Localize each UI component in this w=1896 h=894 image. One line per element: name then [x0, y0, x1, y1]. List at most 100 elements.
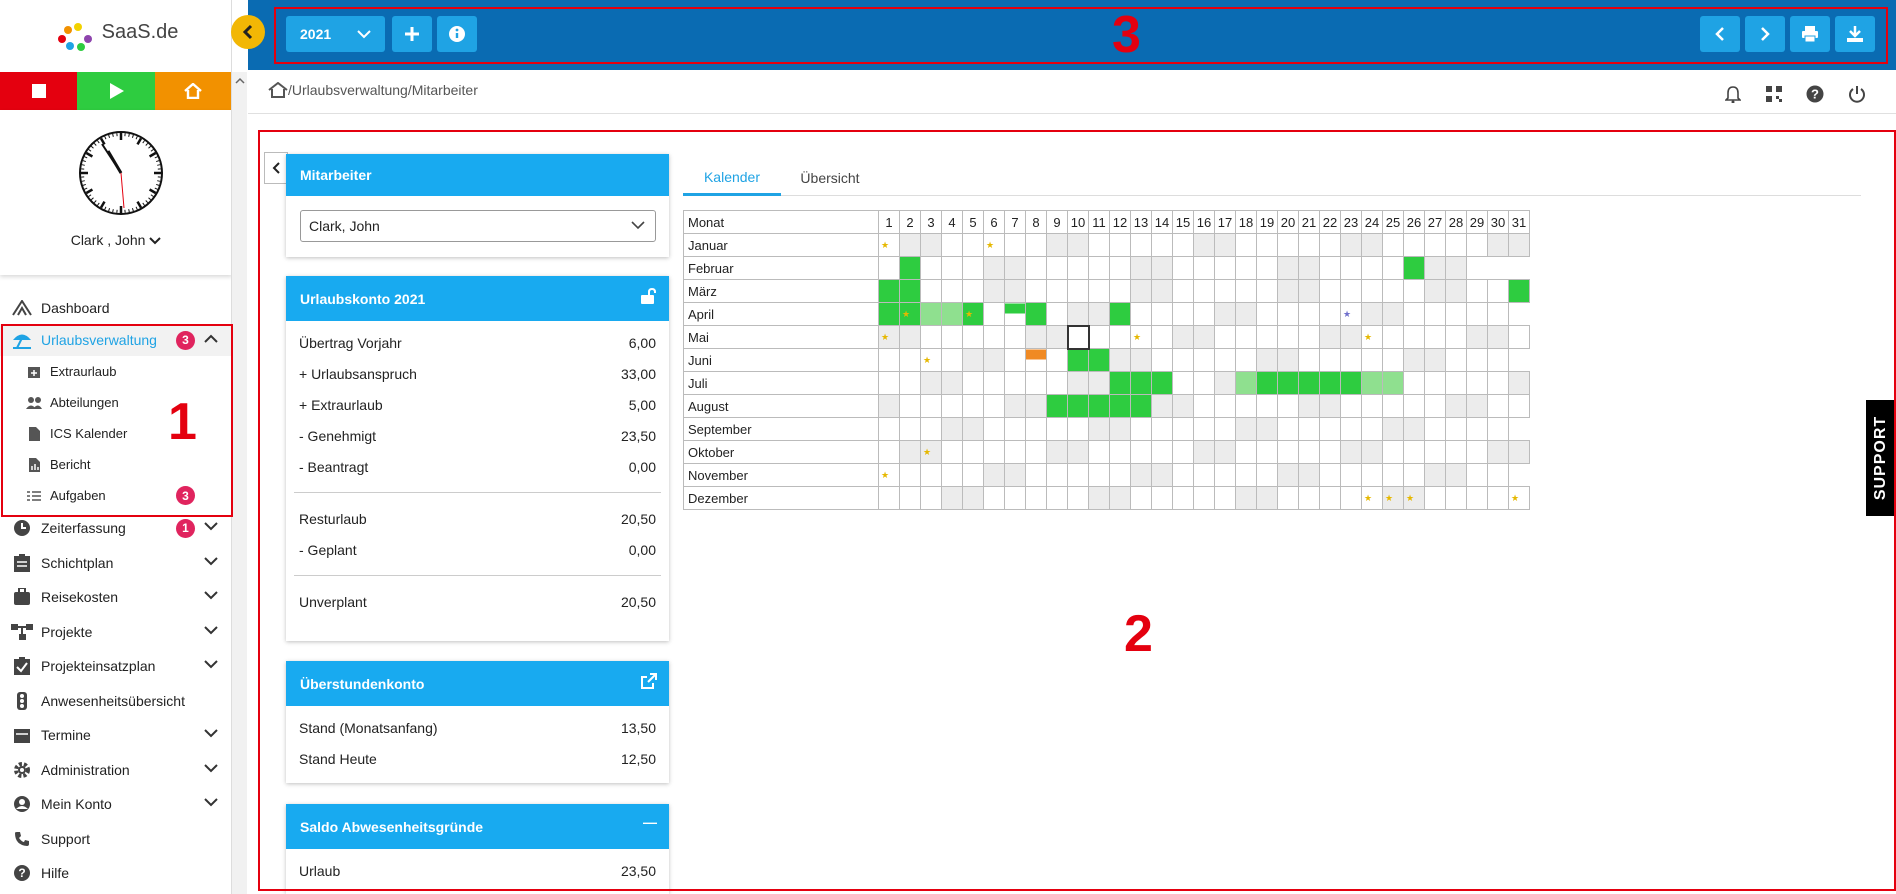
calendar-day-cell[interactable] — [941, 233, 963, 257]
calendar-day-cell[interactable] — [1193, 256, 1215, 280]
calendar-day-cell[interactable] — [1088, 302, 1110, 326]
calendar-day-cell[interactable] — [1214, 463, 1236, 487]
calendar-day-cell[interactable] — [1214, 279, 1236, 303]
calendar-day-cell[interactable] — [1298, 486, 1320, 510]
calendar-day-cell[interactable] — [899, 463, 921, 487]
nav-projekte[interactable]: Projekte — [0, 615, 231, 650]
calendar-day-cell[interactable] — [962, 394, 984, 418]
calendar-day-cell[interactable] — [1298, 325, 1320, 349]
calendar-day-cell[interactable] — [1130, 417, 1152, 441]
home-office-button[interactable] — [154, 72, 231, 110]
calendar-day-cell[interactable] — [1361, 463, 1383, 487]
calendar-day-cell[interactable] — [1088, 279, 1110, 303]
logo[interactable]: SaaS.de — [0, 0, 231, 72]
calendar-day-cell[interactable] — [1466, 463, 1488, 487]
calendar-day-cell[interactable] — [1130, 256, 1152, 280]
calendar-day-cell[interactable] — [1319, 279, 1341, 303]
start-button[interactable] — [77, 72, 155, 110]
calendar-day-cell[interactable] — [962, 233, 984, 257]
calendar-day-cell[interactable] — [1424, 417, 1446, 441]
calendar-day-cell[interactable] — [1382, 348, 1404, 372]
calendar-day-cell[interactable] — [962, 279, 984, 303]
calendar-day-cell[interactable] — [1361, 302, 1383, 326]
calendar-day-cell[interactable] — [983, 371, 1005, 395]
calendar-day-cell[interactable] — [1172, 325, 1194, 349]
calendar-day-cell[interactable] — [1382, 463, 1404, 487]
calendar-day-cell[interactable] — [1172, 440, 1194, 464]
calendar-day-cell[interactable]: ★ — [878, 233, 900, 257]
calendar-day-cell[interactable] — [1067, 486, 1089, 510]
nav-anwesenheit[interactable]: Anwesenheitsübersicht — [0, 684, 231, 719]
calendar-day-cell[interactable] — [941, 302, 963, 326]
calendar-day-cell[interactable] — [1298, 233, 1320, 257]
calendar-day-cell[interactable] — [1340, 233, 1362, 257]
calendar-day-cell[interactable] — [1403, 302, 1425, 326]
calendar-day-cell[interactable] — [1193, 302, 1215, 326]
calendar-day-cell[interactable] — [1382, 325, 1404, 349]
calendar-day-cell[interactable] — [1235, 348, 1257, 372]
calendar-day-cell[interactable] — [1319, 486, 1341, 510]
calendar-day-cell[interactable] — [1046, 348, 1068, 372]
calendar-day-cell[interactable] — [1424, 302, 1446, 326]
calendar-day-cell[interactable] — [1193, 279, 1215, 303]
calendar-day-cell[interactable] — [1424, 440, 1446, 464]
calendar-day-cell[interactable] — [1151, 233, 1173, 257]
calendar-day-cell[interactable] — [1508, 394, 1530, 418]
calendar-day-cell[interactable] — [1319, 256, 1341, 280]
support-tab[interactable]: SUPPORT — [1866, 400, 1896, 516]
calendar-day-cell[interactable] — [899, 440, 921, 464]
calendar-day-cell[interactable] — [1445, 371, 1467, 395]
calendar-day-cell[interactable] — [1025, 440, 1047, 464]
calendar-day-cell[interactable]: ★ — [878, 463, 900, 487]
panel-collapse-button[interactable] — [264, 152, 288, 184]
calendar-day-cell[interactable] — [1193, 233, 1215, 257]
calendar-day-cell[interactable] — [941, 417, 963, 441]
calendar-day-cell[interactable] — [1298, 440, 1320, 464]
calendar-day-cell[interactable] — [1004, 417, 1026, 441]
calendar-day-cell[interactable] — [1424, 371, 1446, 395]
calendar-day-cell[interactable] — [1298, 348, 1320, 372]
calendar-day-cell[interactable] — [1214, 233, 1236, 257]
calendar-day-cell[interactable]: ★ — [1361, 325, 1383, 349]
calendar-day-cell[interactable]: ★ — [1382, 486, 1404, 510]
calendar-day-cell[interactable] — [1277, 325, 1299, 349]
calendar-day-cell[interactable] — [983, 417, 1005, 441]
calendar-day-cell[interactable] — [1235, 233, 1257, 257]
calendar-day-cell[interactable] — [1067, 348, 1089, 372]
logout-button[interactable] — [1847, 84, 1867, 104]
calendar-day-cell[interactable] — [941, 279, 963, 303]
calendar-day-cell[interactable] — [1067, 256, 1089, 280]
calendar-day-cell[interactable] — [899, 256, 921, 280]
employee-select[interactable]: Clark, John — [300, 210, 656, 242]
calendar-day-cell[interactable] — [1382, 256, 1404, 280]
calendar-day-cell[interactable] — [1466, 325, 1488, 349]
calendar-day-cell[interactable] — [962, 440, 984, 464]
calendar-day-cell[interactable] — [1256, 440, 1278, 464]
calendar-day-cell[interactable] — [1004, 279, 1026, 303]
calendar-day-cell[interactable] — [1466, 279, 1488, 303]
calendar-day-cell[interactable] — [1088, 463, 1110, 487]
calendar-day-cell[interactable] — [1361, 256, 1383, 280]
calendar-day-cell[interactable] — [878, 348, 900, 372]
calendar-day-cell[interactable] — [1130, 486, 1152, 510]
calendar-day-cell[interactable] — [1277, 256, 1299, 280]
calendar-day-cell[interactable] — [1445, 325, 1467, 349]
calendar-day-cell[interactable] — [1361, 440, 1383, 464]
calendar-day-cell[interactable] — [1277, 233, 1299, 257]
calendar-day-cell[interactable] — [1487, 417, 1509, 441]
calendar-day-cell[interactable] — [1151, 325, 1173, 349]
calendar-day-cell[interactable] — [1172, 279, 1194, 303]
calendar-day-cell[interactable] — [1066, 324, 1090, 350]
unlock-icon[interactable] — [641, 288, 657, 304]
calendar-day-cell[interactable] — [1424, 256, 1446, 280]
calendar-day-cell[interactable] — [1172, 371, 1194, 395]
calendar-day-cell[interactable] — [878, 256, 900, 280]
calendar-day-cell[interactable] — [920, 256, 942, 280]
info-button[interactable] — [437, 16, 477, 52]
calendar-day-cell[interactable] — [1172, 302, 1194, 326]
calendar-day-cell[interactable] — [1088, 348, 1110, 372]
calendar-day-cell[interactable] — [1025, 256, 1047, 280]
calendar-day-cell[interactable] — [1403, 394, 1425, 418]
calendar-day-cell[interactable] — [878, 486, 900, 510]
calendar-day-cell[interactable] — [1004, 394, 1026, 418]
